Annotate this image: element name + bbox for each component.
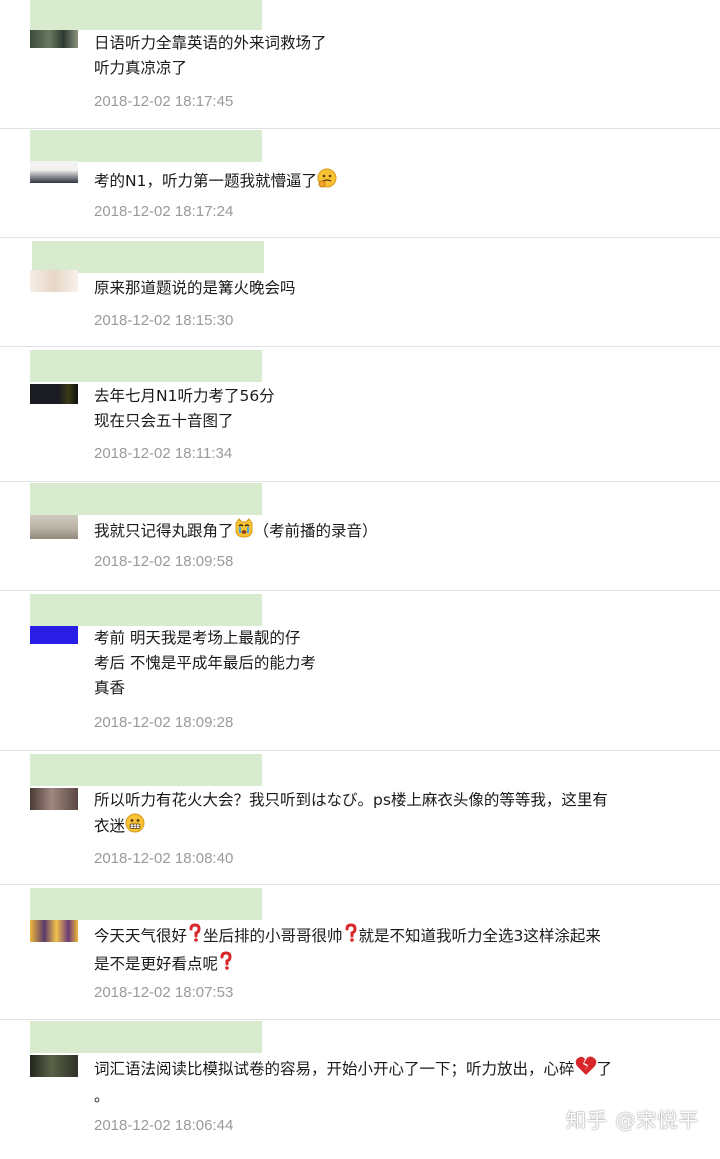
comment-item: 考的N1，听力第一题我就懵逼了 2018-12-02 18:17:24 bbox=[0, 128, 720, 238]
timestamp: 2018-12-02 18:17:45 bbox=[94, 93, 234, 110]
comment-line: 日语听力全靠英语的外来词救场了 bbox=[94, 34, 327, 52]
comment-line: 听力真凉凉了 bbox=[94, 59, 188, 77]
avatar[interactable] bbox=[30, 1055, 78, 1077]
comment-text: 日语听力全靠英语的外来词救场了 听力真凉凉了 bbox=[94, 31, 694, 81]
comment-item: 我就只记得丸跟角了 （考前播的录音） 2018-12-02 18:09:58 bbox=[0, 481, 720, 591]
comment-line: 去年七月N1听力考了56分 bbox=[94, 387, 275, 405]
thinking-face-icon bbox=[317, 168, 337, 196]
avatar[interactable] bbox=[30, 161, 78, 183]
username-highlight bbox=[30, 483, 262, 515]
avatar[interactable] bbox=[30, 515, 78, 539]
comment-item: 去年七月N1听力考了56分 现在只会五十音图了 2018-12-02 18:11… bbox=[0, 346, 720, 482]
comment-text: 考前 明天我是考场上最靓的仔 考后 不愧是平成年最后的能力考 真香 bbox=[94, 626, 694, 701]
question-mark-icon bbox=[187, 923, 203, 951]
avatar[interactable] bbox=[30, 788, 78, 810]
timestamp: 2018-12-02 18:15:30 bbox=[94, 312, 234, 329]
comment-item: 词汇语法阅读比模拟试卷的容易，开始小开心了一下；听力放出，心碎了 。 2018-… bbox=[0, 1019, 720, 1159]
grimacing-face-icon bbox=[125, 813, 145, 841]
comment-text: 去年七月N1听力考了56分 现在只会五十音图了 bbox=[94, 384, 694, 434]
username-highlight bbox=[30, 130, 262, 162]
timestamp: 2018-12-02 18:09:58 bbox=[94, 553, 234, 570]
timestamp: 2018-12-02 18:06:44 bbox=[94, 1117, 234, 1134]
comment-line: （考前播的录音） bbox=[253, 522, 378, 540]
comment-line: 是不是更好看点呢 bbox=[94, 955, 219, 973]
comment-line: 我就只记得丸跟角了 bbox=[94, 522, 234, 540]
username-highlight bbox=[30, 594, 262, 626]
comment-line: 现在只会五十音图了 bbox=[94, 412, 234, 430]
question-mark-icon bbox=[218, 951, 234, 979]
comment-line: 了 bbox=[596, 1060, 613, 1078]
username-highlight bbox=[30, 888, 262, 920]
comment-line: 真香 bbox=[94, 679, 126, 697]
comment-line: 衣迷 bbox=[94, 817, 126, 835]
comment-item: 考前 明天我是考场上最靓的仔 考后 不愧是平成年最后的能力考 真香 2018-1… bbox=[0, 590, 720, 751]
timestamp: 2018-12-02 18:08:40 bbox=[94, 850, 234, 867]
avatar[interactable] bbox=[30, 920, 78, 942]
timestamp: 2018-12-02 18:11:34 bbox=[94, 445, 233, 462]
username-highlight bbox=[30, 754, 262, 786]
broken-heart-icon bbox=[575, 1056, 597, 1084]
username-highlight bbox=[32, 241, 264, 273]
comment-line: 原来那道题说的是篝火晚会吗 bbox=[94, 279, 296, 297]
comment-item: 日语听力全靠英语的外来词救场了 听力真凉凉了 2018-12-02 18:17:… bbox=[0, 0, 720, 129]
comment-line: 就是不知道我听力全选3这样涂起来 bbox=[358, 927, 601, 945]
comment-text: 考的N1，听力第一题我就懵逼了 bbox=[94, 168, 694, 196]
comment-line: 今天天气很好 bbox=[94, 927, 188, 945]
comment-line: 坐后排的小哥哥很帅 bbox=[203, 927, 343, 945]
comment-line: 考后 不愧是平成年最后的能力考 bbox=[94, 654, 316, 672]
avatar[interactable] bbox=[30, 384, 78, 404]
avatar[interactable] bbox=[30, 270, 78, 292]
comment-text: 我就只记得丸跟角了 （考前播的录音） bbox=[94, 518, 694, 546]
avatar[interactable] bbox=[30, 30, 78, 48]
comment-line: 所以听力有花火大会？我只听到はなび。ps楼上麻衣头像的等等我，这里有 bbox=[94, 791, 608, 809]
comment-text: 今天天气很好 坐后排的小哥哥很帅 就是不知道我听力全选3这样涂起来 是不是更好看点呢 bbox=[94, 923, 694, 979]
comment-line: 考前 明天我是考场上最靓的仔 bbox=[94, 629, 301, 647]
username-highlight bbox=[30, 350, 262, 382]
comment-line: 考的N1，听力第一题我就懵逼了 bbox=[94, 172, 317, 190]
username-highlight bbox=[30, 0, 262, 30]
username-highlight bbox=[30, 1021, 262, 1053]
timestamp: 2018-12-02 18:09:28 bbox=[94, 714, 234, 731]
comment-text: 所以听力有花火大会？我只听到はなび。ps楼上麻衣头像的等等我，这里有 衣迷 bbox=[94, 788, 694, 841]
comment-item: 今天天气很好 坐后排的小哥哥很帅 就是不知道我听力全选3这样涂起来 是不是更好看点呢… bbox=[0, 884, 720, 1020]
comment-text: 原来那道题说的是篝火晚会吗 bbox=[94, 276, 694, 301]
comment-line: 词汇语法阅读比模拟试卷的容易，开始小开心了一下；听力放出，心碎 bbox=[94, 1060, 575, 1078]
crying-cat-face-icon bbox=[234, 518, 254, 546]
comment-item: 原来那道题说的是篝火晚会吗 2018-12-02 18:15:30 bbox=[0, 237, 720, 347]
timestamp: 2018-12-02 18:17:24 bbox=[94, 203, 234, 220]
comment-text: 词汇语法阅读比模拟试卷的容易，开始小开心了一下；听力放出，心碎了 。 bbox=[94, 1056, 694, 1109]
avatar[interactable] bbox=[30, 626, 78, 644]
timestamp: 2018-12-02 18:07:53 bbox=[94, 984, 234, 1001]
watermark: 知乎 @宋悦平 bbox=[566, 1108, 700, 1132]
question-mark-icon bbox=[343, 923, 359, 951]
comment-item: 所以听力有花火大会？我只听到はなび。ps楼上麻衣头像的等等我，这里有 衣迷 20… bbox=[0, 750, 720, 885]
